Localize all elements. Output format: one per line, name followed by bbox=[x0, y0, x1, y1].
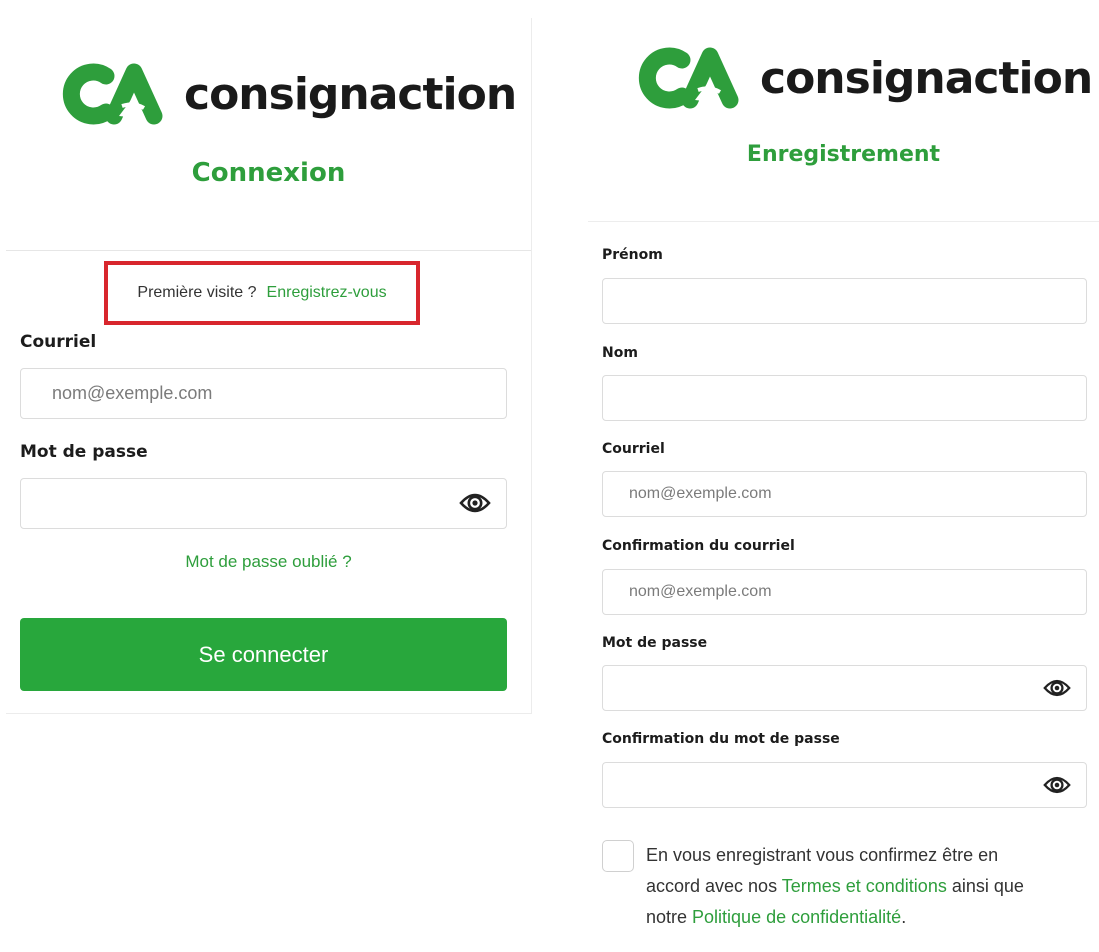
brand-logo: consignaction bbox=[56, 62, 517, 126]
signup-prompt-text: Première visite ? bbox=[137, 284, 257, 301]
register-password-label: Mot de passe bbox=[602, 635, 708, 651]
first-name-label: Prénom bbox=[602, 247, 663, 263]
email-confirm-label: Confirmation du courriel bbox=[602, 538, 795, 554]
login-submit-button[interactable]: Se connecter bbox=[20, 618, 507, 691]
register-password-input[interactable] bbox=[602, 665, 1087, 711]
eye-icon[interactable] bbox=[459, 490, 491, 516]
privacy-link[interactable]: Politique de confidentialité bbox=[692, 907, 901, 927]
terms-row: En vous enregistrant vous confirmez être… bbox=[602, 840, 1056, 933]
password-confirm-label: Confirmation du mot de passe bbox=[602, 731, 840, 747]
brand-logo-register: consignaction bbox=[632, 46, 1093, 110]
password-confirm-field bbox=[602, 762, 1087, 808]
last-name-label: Nom bbox=[602, 345, 638, 361]
login-password-label: Mot de passe bbox=[20, 442, 148, 462]
terms-checkbox[interactable] bbox=[602, 840, 634, 872]
login-title: Connexion bbox=[191, 158, 346, 188]
register-title: Enregistrement bbox=[746, 142, 941, 167]
brand-name: consignaction bbox=[184, 68, 517, 120]
first-name-input[interactable] bbox=[602, 278, 1087, 324]
login-password-input[interactable] bbox=[20, 478, 507, 529]
signup-prompt-highlight: Première visite ? Enregistrez-vous bbox=[104, 261, 420, 325]
login-panel: consignaction Connexion Première visite … bbox=[6, 18, 532, 714]
login-email-input[interactable] bbox=[20, 368, 507, 419]
forgot-password-link[interactable]: Mot de passe oublié ? bbox=[6, 552, 531, 572]
eye-icon[interactable] bbox=[1043, 773, 1071, 797]
register-email-input[interactable] bbox=[602, 471, 1087, 517]
terms-suffix: . bbox=[901, 907, 907, 927]
last-name-input[interactable] bbox=[602, 375, 1087, 421]
ca-recycle-logo-icon bbox=[638, 47, 739, 109]
register-panel: consignaction Enregistrement Prénom Nom … bbox=[588, 18, 1099, 952]
password-confirm-input[interactable] bbox=[602, 762, 1087, 808]
login-divider bbox=[6, 250, 531, 251]
eye-icon[interactable] bbox=[1043, 676, 1071, 700]
register-password-field bbox=[602, 665, 1087, 711]
register-divider bbox=[588, 221, 1099, 222]
login-password-field bbox=[20, 478, 507, 529]
brand-name-register: consignaction bbox=[760, 52, 1093, 104]
terms-text: En vous enregistrant vous confirmez être… bbox=[646, 840, 1056, 933]
login-email-label: Courriel bbox=[20, 332, 97, 352]
register-email-label: Courriel bbox=[602, 441, 665, 457]
ca-recycle-logo-icon bbox=[62, 63, 163, 125]
terms-link[interactable]: Termes et conditions bbox=[782, 876, 947, 896]
signup-link[interactable]: Enregistrez-vous bbox=[267, 284, 387, 302]
email-confirm-input[interactable] bbox=[602, 569, 1087, 615]
